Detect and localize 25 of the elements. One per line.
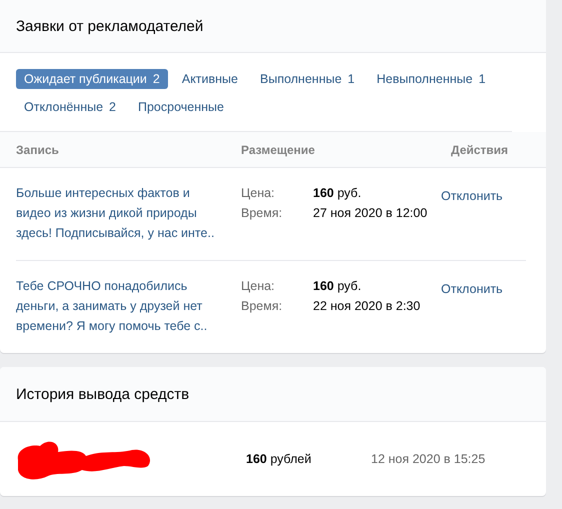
time-value: 22 ноя 2020 в 2:30 xyxy=(313,298,422,315)
price-value: 160 руб. xyxy=(313,278,362,295)
filter-tab[interactable]: Ожидает публикации 2 xyxy=(16,69,168,89)
column-header: Запись xyxy=(16,142,60,156)
filter-tab[interactable]: Невыполненные 1 xyxy=(368,69,494,89)
filter-tab[interactable]: Отклонённые 2 xyxy=(16,97,124,117)
card-title: Заявки от рекламодателей xyxy=(16,18,204,34)
decline-link[interactable]: Отклонить xyxy=(441,279,503,299)
withdrawal-amount: 160 рублей xyxy=(246,452,312,466)
price-value: 160 руб. xyxy=(313,185,362,202)
column-header: Размещение xyxy=(241,142,316,156)
price-label: Цена: xyxy=(241,185,276,202)
decline-link[interactable]: Отклонить xyxy=(441,186,503,206)
time-label: Время: xyxy=(241,205,284,222)
filter-tab[interactable]: Активные xyxy=(174,69,246,89)
filter-tab[interactable]: Просроченные xyxy=(130,97,232,117)
time-value: 27 ноя 2020 в 12:00 xyxy=(313,205,428,222)
time-label: Время: xyxy=(241,298,284,315)
price-label: Цена: xyxy=(241,278,276,295)
post-text: Тебе СРОЧНО понадобились деньги, а занимать у друзей нет времени? Я могу помочь тебе с.. xyxy=(16,278,208,335)
column-header: Действия xyxy=(451,142,508,156)
filter-tab[interactable]: Выполненные 1 xyxy=(252,69,363,89)
post-text: Больше интересных фактов и видео из жизни дикой природы здесь! Подписывайся, у нас инте.. xyxy=(16,185,216,242)
card-title: История вывода средств xyxy=(16,386,190,402)
withdrawal-date: 12 ноя 2020 в 15:25 xyxy=(371,452,486,466)
